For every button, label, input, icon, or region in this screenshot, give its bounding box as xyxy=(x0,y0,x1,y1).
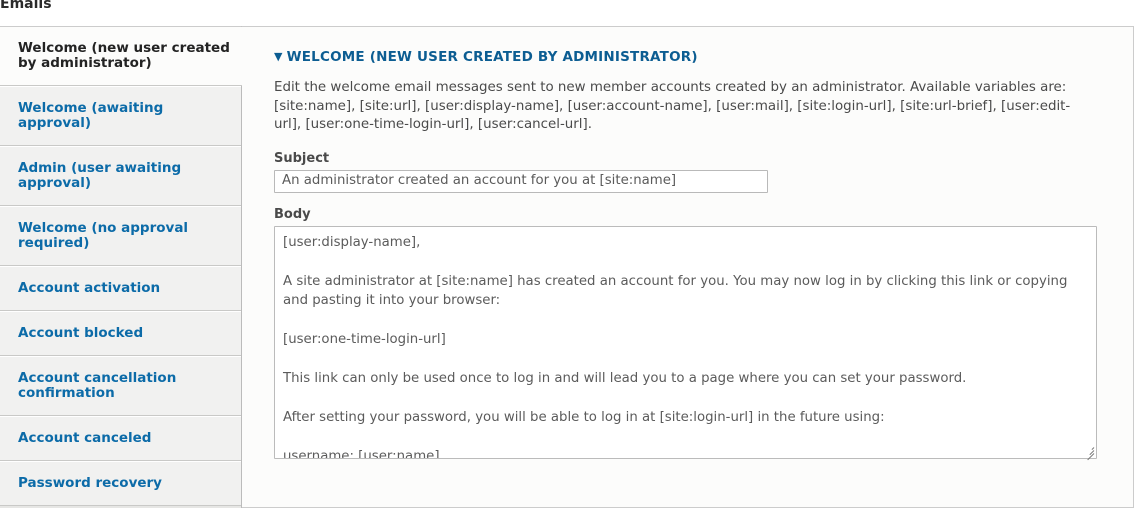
tab-label: Account activation xyxy=(18,280,161,296)
tab-label: Account canceled xyxy=(18,430,152,446)
body-label: Body xyxy=(274,206,311,222)
page-title: Emails xyxy=(0,0,52,12)
tab-welcome-new-user-created-by-administrator[interactable]: Welcome (new user created by administrat… xyxy=(0,27,242,86)
tab-account-blocked[interactable]: Account blocked xyxy=(0,311,241,356)
tab-welcome-awaiting-approval[interactable]: Welcome (awaiting approval) xyxy=(0,86,241,146)
subject-input[interactable] xyxy=(274,169,768,193)
tab-label: Welcome (new user created by administrat… xyxy=(18,40,230,71)
tab-label: Welcome (no approval required) xyxy=(18,220,189,251)
body-field-wrapper xyxy=(274,225,1097,460)
tab-label: Password recovery xyxy=(18,475,162,491)
tab-label: Admin (user awaiting approval) xyxy=(18,160,182,191)
panel-heading-text: WELCOME (NEW USER CREATED BY ADMINISTRAT… xyxy=(286,49,698,65)
tab-label: Account cancellation confirmation xyxy=(18,370,177,401)
tab-label: Account blocked xyxy=(18,325,144,341)
vertical-tabs-list: Welcome (new user created by administrat… xyxy=(0,26,242,508)
tab-label: Welcome (awaiting approval) xyxy=(18,100,164,131)
subject-label: Subject xyxy=(274,150,330,166)
tab-account-activation[interactable]: Account activation xyxy=(0,266,241,311)
tab-account-canceled[interactable]: Account canceled xyxy=(0,416,241,461)
panel-heading: ▼ WELCOME (NEW USER CREATED BY ADMINISTRA… xyxy=(274,49,1101,65)
tab-welcome-no-approval-required[interactable]: Welcome (no approval required) xyxy=(0,206,241,266)
body-textarea[interactable] xyxy=(274,225,1097,459)
panel-description: Edit the welcome email messages sent to … xyxy=(274,80,1071,132)
tab-password-recovery[interactable]: Password recovery xyxy=(0,461,241,506)
vertical-tabs: Welcome (new user created by administrat… xyxy=(0,26,1134,508)
tab-admin-user-awaiting-approval[interactable]: Admin (user awaiting approval) xyxy=(0,146,241,206)
chevron-down-icon[interactable]: ▼ xyxy=(274,49,283,65)
tab-panel-welcome-new-user: ▼ WELCOME (NEW USER CREATED BY ADMINISTRA… xyxy=(242,26,1134,508)
tab-account-cancellation-confirmation[interactable]: Account cancellation confirmation xyxy=(0,356,241,416)
